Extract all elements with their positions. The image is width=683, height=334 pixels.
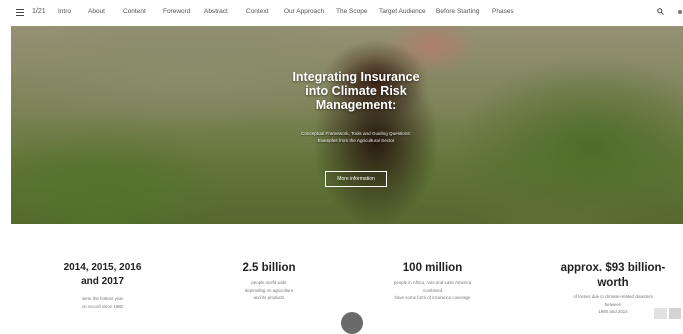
nav-item-foreword[interactable]: Foreword — [163, 8, 204, 15]
stat-desc-line: have some form of insurance coverage — [394, 295, 471, 300]
hero-subtitle-line1: Conceptual Framework, Tools and Guiding … — [301, 131, 411, 136]
nav-item-before-starting[interactable]: Before Starting — [436, 8, 492, 15]
stat-desc-line: and its products — [253, 295, 285, 300]
stat-desc-line: on record since 1880 — [81, 303, 123, 309]
page-counter: 1/21 — [32, 8, 46, 15]
stat-desc: people in Africa, Asia and Latin America… — [375, 279, 490, 302]
stat-hottest-years: 2014, 2015, 2016 and 2017 were the hotte… — [55, 261, 150, 310]
top-nav: 1/21 Intro About Content Foreword Abstra… — [0, 0, 683, 26]
stat-desc: people world wide depending on agricultu… — [219, 279, 319, 302]
hero-subtitle: Conceptual Framework, Tools and Guiding … — [276, 130, 436, 144]
hero-image — [11, 26, 683, 224]
hero-banner: Integrating Insurance into Climate Risk … — [11, 26, 683, 224]
stat-value: approx. $93 billion-worth — [560, 262, 666, 289]
more-dot-icon[interactable] — [678, 10, 682, 14]
stat-desc-line: between — [604, 301, 622, 307]
search-icon[interactable] — [657, 8, 664, 15]
corner-button-secondary[interactable] — [669, 308, 681, 319]
scroll-down-button[interactable] — [341, 312, 363, 334]
stat-people-agriculture: 2.5 billion people world wide depending … — [219, 261, 319, 302]
stat-value: 2014, 2015, 2016 and 2017 — [63, 262, 142, 287]
nav-items: Intro About Content Foreword Abstract Co… — [58, 8, 522, 15]
stat-desc-line: were the hottest year — [81, 296, 123, 301]
corner-button[interactable] — [654, 308, 667, 319]
menu-icon[interactable] — [16, 9, 24, 17]
nav-item-content[interactable]: Content — [123, 8, 163, 15]
more-information-button[interactable]: More information — [325, 171, 387, 187]
stat-desc-line: of losses due to climate-related disaste… — [573, 294, 653, 299]
nav-item-intro[interactable]: Intro — [58, 8, 88, 15]
stat-value: 2.5 billion — [242, 262, 296, 274]
stat-desc-line: combined — [422, 287, 443, 293]
stat-desc-line: people world wide — [251, 280, 287, 285]
nav-item-context[interactable]: Context — [246, 8, 284, 15]
nav-item-abstract[interactable]: Abstract — [204, 8, 246, 15]
nav-item-about[interactable]: About — [88, 8, 123, 15]
hero-title: Integrating Insurance into Climate Risk … — [292, 70, 420, 112]
stat-desc: were the hottest year on record since 18… — [55, 295, 150, 310]
nav-item-our-approach[interactable]: Our Approach — [284, 8, 336, 15]
hero-subtitle-line2: Examples from the Agricultural Sector — [317, 138, 395, 143]
nav-item-target-audience[interactable]: Target Audience — [379, 8, 436, 15]
stat-desc-line: depending on agriculture — [244, 287, 294, 293]
nav-item-the-scope[interactable]: The Scope — [336, 8, 379, 15]
stat-value: 100 million — [402, 262, 463, 274]
stat-insured-people: 100 million people in Africa, Asia and L… — [375, 261, 490, 302]
nav-item-phases[interactable]: Phases — [492, 8, 522, 15]
stat-desc-line: people in Africa, Asia and Latin America — [393, 280, 472, 285]
